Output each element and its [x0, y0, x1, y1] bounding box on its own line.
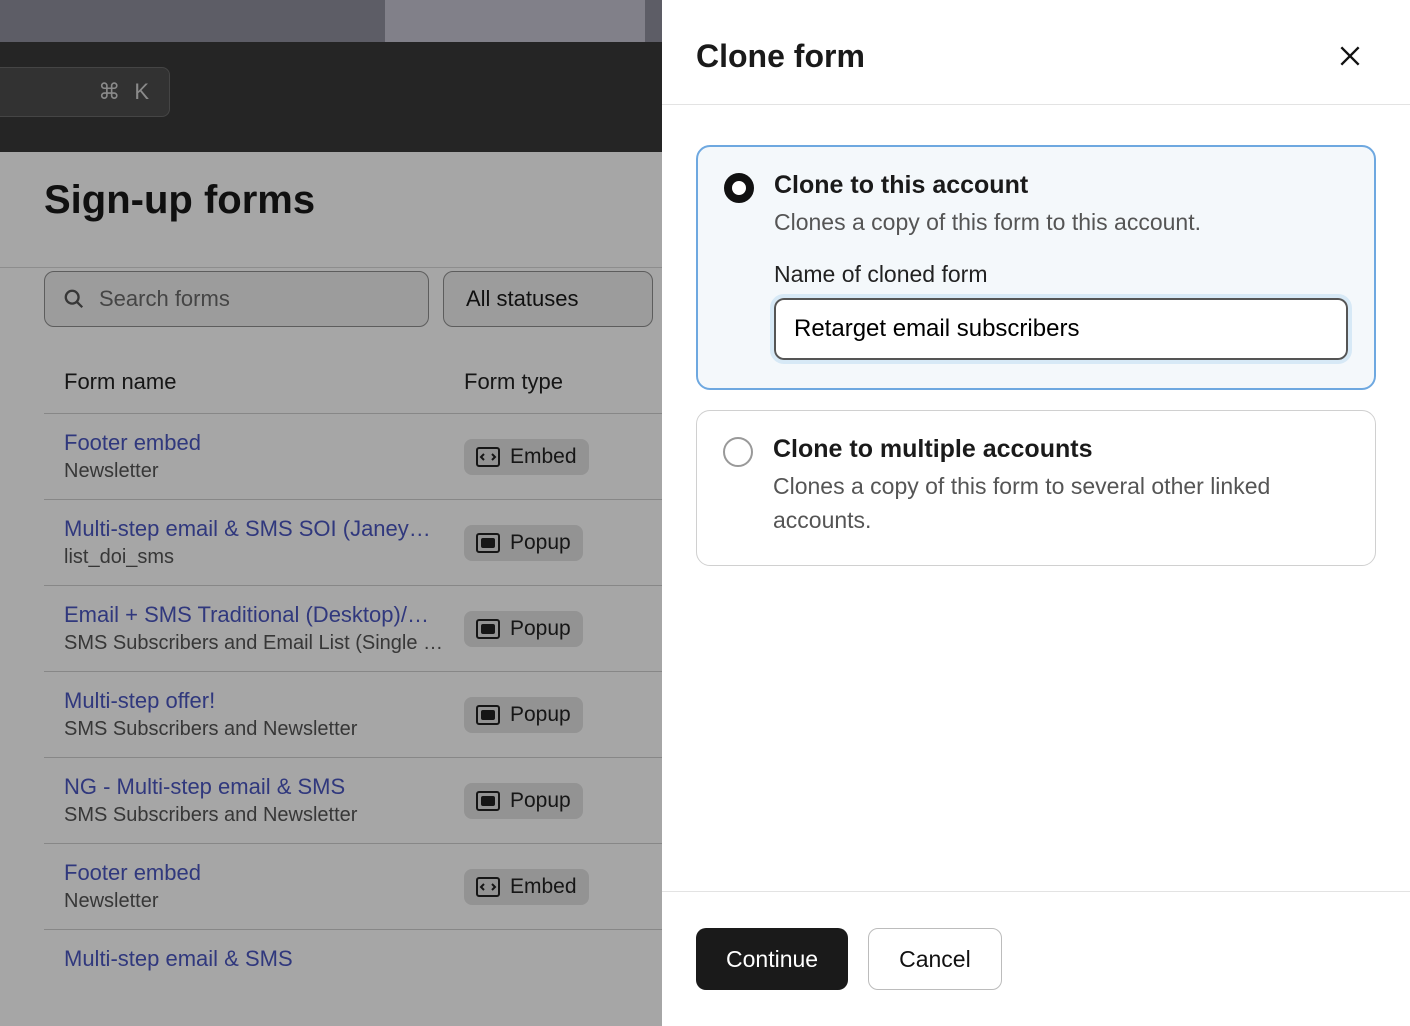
option2-desc: Clones a copy of this form to several ot… [773, 470, 1349, 537]
close-icon [1337, 43, 1363, 69]
panel-body: Clone to this account Clones a copy of t… [662, 105, 1410, 891]
radio-unselected-icon [723, 437, 753, 467]
option-clone-multiple-accounts[interactable]: Clone to multiple accounts Clones a copy… [696, 410, 1376, 566]
panel-header: Clone form [662, 0, 1410, 105]
cloned-name-input[interactable] [774, 298, 1348, 360]
panel-footer: Continue Cancel [662, 891, 1410, 1026]
option1-title: Clone to this account [774, 171, 1348, 200]
radio-selected-icon [724, 173, 754, 203]
option-clone-this-account[interactable]: Clone to this account Clones a copy of t… [696, 145, 1376, 390]
close-button[interactable] [1330, 36, 1370, 76]
cloned-name-label: Name of cloned form [774, 261, 1348, 288]
continue-button[interactable]: Continue [696, 928, 848, 990]
cancel-button[interactable]: Cancel [868, 928, 1002, 990]
option2-title: Clone to multiple accounts [773, 435, 1349, 464]
clone-form-panel: Clone form Clone to this account Clones … [662, 0, 1410, 1026]
panel-title: Clone form [696, 38, 865, 75]
option1-desc: Clones a copy of this form to this accou… [774, 206, 1348, 239]
